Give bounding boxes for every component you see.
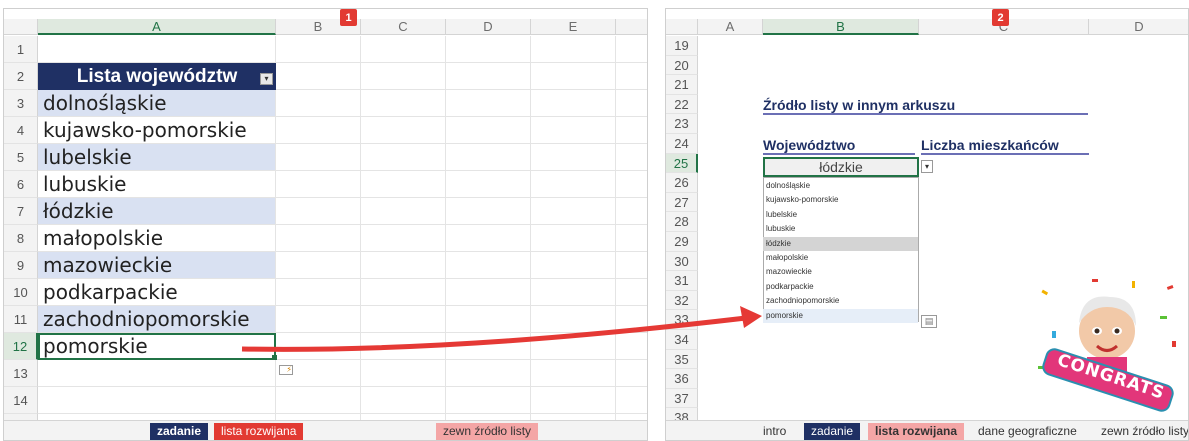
red-arrow-line <box>241 315 747 352</box>
step-badge-1: 1 <box>340 9 357 26</box>
red-arrow-head-icon <box>740 306 762 328</box>
step-badge-2: 2 <box>992 9 1009 26</box>
arrow-overlay <box>241 306 762 352</box>
